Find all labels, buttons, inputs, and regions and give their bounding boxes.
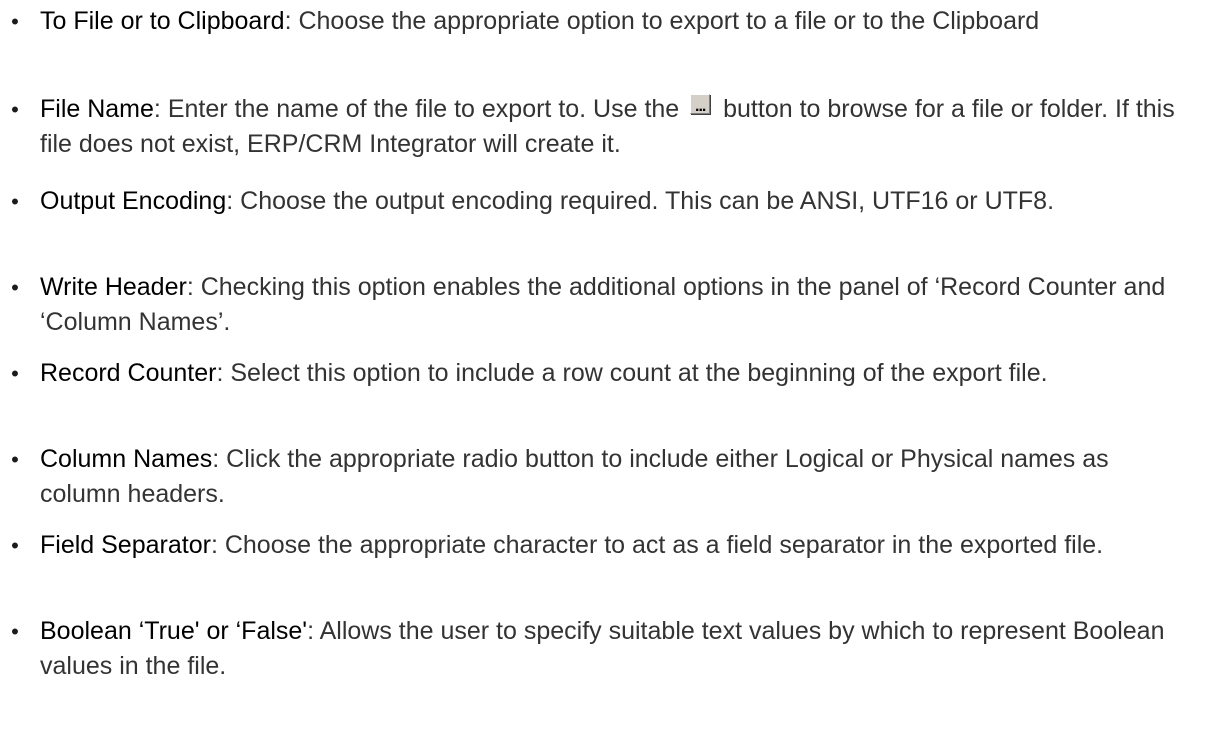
bullet: • bbox=[11, 619, 19, 644]
item-description: : Choose the appropriate character to ac… bbox=[210, 531, 1104, 559]
bullet: • bbox=[11, 533, 19, 558]
list-item-field-separator: • Field Separator: Choose the appropriat… bbox=[11, 528, 1180, 563]
item-term: Column Names bbox=[40, 445, 213, 473]
list-item-output-encoding: • Output Encoding: Choose the output enc… bbox=[11, 184, 1180, 219]
bullet: • bbox=[11, 275, 19, 300]
list-item-to-file-or-clipboard: • To File or to Clipboard: Choose the ap… bbox=[11, 4, 1180, 39]
item-term: Field Separator bbox=[40, 531, 211, 559]
item-description: : Choose the appropriate option to expor… bbox=[284, 7, 1040, 35]
item-term: To File or to Clipboard bbox=[40, 7, 285, 35]
item-term: Boolean ‘True' or ‘False' bbox=[40, 617, 308, 645]
item-term: Record Counter bbox=[40, 359, 217, 387]
item-description: : Select this option to include a row co… bbox=[216, 359, 1048, 387]
bullet: • bbox=[11, 361, 19, 386]
list-item-column-names: • Column Names: Click the appropriate ra… bbox=[11, 442, 1180, 512]
bullet: • bbox=[11, 447, 19, 472]
item-description: : Choose the output encoding required. T… bbox=[226, 187, 1055, 215]
bullet: • bbox=[11, 189, 19, 214]
ellipsis-glyph: ... bbox=[695, 98, 706, 115]
list-item-write-header: • Write Header: Checking this option ena… bbox=[11, 270, 1180, 340]
list-item-file-name: • File Name: Enter the name of the file … bbox=[11, 92, 1180, 162]
item-description: : Enter the name of the file to export t… bbox=[153, 95, 687, 123]
bullet: • bbox=[11, 9, 19, 34]
item-term: File Name bbox=[40, 95, 154, 123]
list-item-boolean-true-false: • Boolean ‘True' or ‘False': Allows the … bbox=[11, 614, 1180, 684]
list-item-record-counter: • Record Counter: Select this option to … bbox=[11, 356, 1180, 391]
browse-button-icon: ... bbox=[690, 94, 711, 115]
item-term: Output Encoding bbox=[40, 187, 227, 215]
item-description: : Checking this option enables the addit… bbox=[40, 273, 1166, 336]
item-term: Write Header bbox=[40, 273, 187, 301]
options-document: • To File or to Clipboard: Choose the ap… bbox=[0, 0, 1221, 751]
bullet: • bbox=[11, 97, 19, 122]
